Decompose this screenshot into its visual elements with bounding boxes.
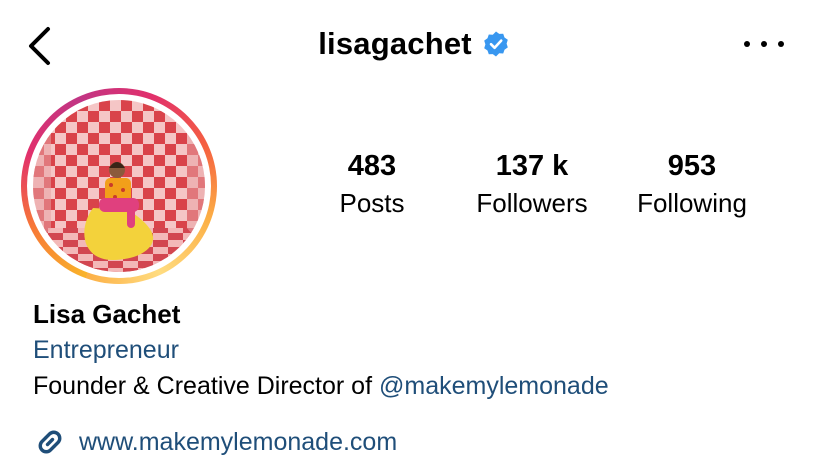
stat-followers[interactable]: 137 k Followers <box>462 148 602 222</box>
stat-label: Posts <box>339 188 405 218</box>
stat-following[interactable]: 953 Following <box>622 148 762 222</box>
profile-category: Entrepreneur <box>33 336 179 364</box>
website-link[interactable]: www.makemylemonade.com <box>33 424 397 460</box>
profile-bio: Lisa Gachet Entrepreneur Founder & Creat… <box>33 296 813 404</box>
profile-stats: 483 Posts 137 k Followers 953 Following <box>0 148 828 228</box>
stat-value: 137 k <box>495 150 569 182</box>
username-title: lisagachet <box>318 26 472 61</box>
display-name: Lisa Gachet <box>33 299 181 329</box>
website-url: www.makemylemonade.com <box>79 428 398 456</box>
bio-description: Founder & Creative Director of @makemyle… <box>33 368 813 404</box>
more-dot <box>761 41 767 47</box>
stat-label: Following <box>637 188 747 218</box>
profile-header-title: lisagachet <box>0 26 828 62</box>
bio-text: Founder & Creative Director of <box>33 372 379 400</box>
top-navigation-bar: lisagachet <box>0 0 828 90</box>
mention-link[interactable]: @makemylemonade <box>379 372 609 400</box>
more-dot <box>778 41 784 47</box>
stat-posts[interactable]: 483 Posts <box>302 148 442 222</box>
more-dot <box>744 41 750 47</box>
verified-badge-icon <box>482 30 510 58</box>
more-options-button[interactable] <box>744 34 784 54</box>
stat-value: 953 <box>667 150 717 182</box>
stat-label: Followers <box>476 188 588 218</box>
stat-value: 483 <box>347 150 397 182</box>
link-icon <box>38 430 62 454</box>
